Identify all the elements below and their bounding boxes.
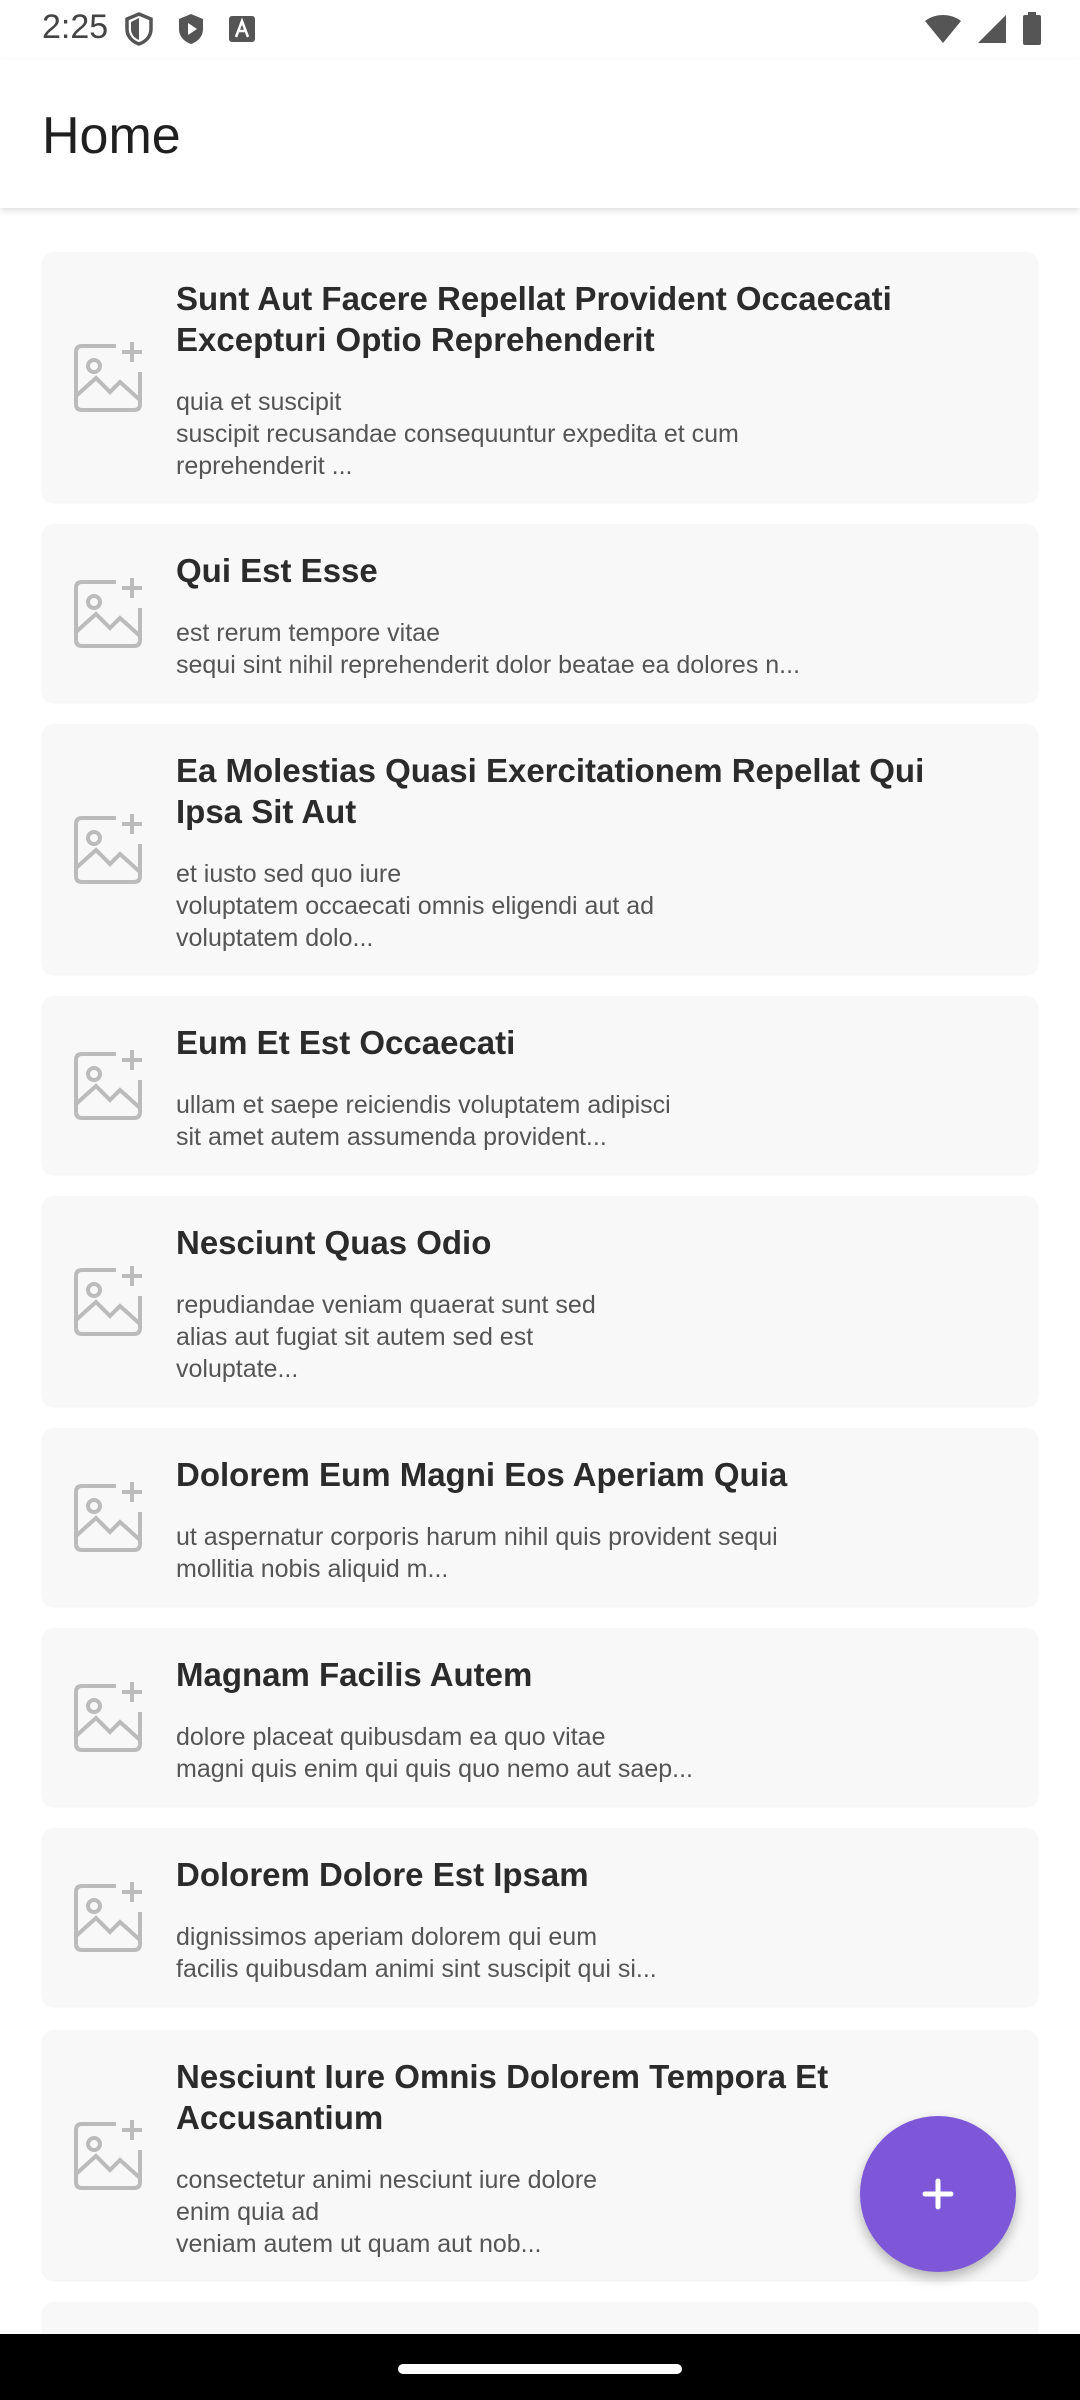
post-body: est rerum tempore vitae sequi sint nihil… (176, 619, 801, 679)
add-photo-icon (74, 1050, 142, 1120)
post-card[interactable]: Magnam Facilis Autem dolore placeat quib… (42, 1628, 1038, 1806)
add-photo-icon (74, 814, 142, 884)
post-card[interactable]: Nesciunt Quas Odio repudiandae veniam qu… (42, 1196, 1038, 1406)
post-body: quia et suscipit suscipit recusandae con… (176, 388, 739, 480)
status-notification-icons (124, 12, 256, 46)
post-card[interactable]: Qui Est Esse est rerum tempore vitae seq… (42, 524, 1038, 702)
post-card[interactable]: Ea Molestias Quasi Exercitationem Repell… (42, 724, 1038, 974)
add-photo-icon (74, 1482, 142, 1552)
add-photo-icon (74, 1266, 142, 1336)
post-title: Eum Et Est Occaecati (176, 1024, 516, 1061)
page-title: Home (42, 107, 181, 165)
post-body: ut aspernatur corporis harum nihil quis … (176, 1523, 778, 1583)
post-title: Dolorem Eum Magni Eos Aperiam Quia (176, 1456, 788, 1493)
post-title: Dolorem Dolore Est Ipsam (176, 1856, 589, 1893)
add-photo-icon (74, 342, 142, 412)
shield-icon (125, 12, 153, 46)
cellular-icon (978, 15, 1006, 43)
add-photo-icon (74, 1882, 142, 1952)
post-body: et iusto sed quo iure voluptatem occaeca… (176, 860, 655, 952)
add-photo-icon (74, 578, 142, 648)
add-photo-icon (74, 2120, 142, 2190)
status-system-icons (924, 12, 1042, 46)
post-card[interactable]: Sunt Aut Facere Repellat Provident Occae… (42, 252, 1038, 502)
play-protect-icon (179, 14, 203, 44)
post-body: repudiandae veniam quaerat sunt sed alia… (176, 1291, 596, 1383)
system-nav-bar (0, 2334, 1080, 2400)
status-bar: 2:25 (0, 0, 1080, 60)
post-body: dolore placeat quibusdam ea quo vitae ma… (176, 1723, 693, 1783)
text-icon (229, 16, 255, 42)
post-card[interactable] (42, 2302, 1038, 2334)
post-title: Nesciunt Quas Odio (176, 1224, 492, 1261)
status-time: 2:25 (42, 8, 109, 46)
post-title: Magnam Facilis Autem (176, 1656, 533, 1693)
post-body: consectetur animi nesciunt iure dolore e… (176, 2166, 598, 2258)
post-title: Ea Molestias Quasi Exercitationem Repell… (176, 752, 925, 830)
post-card[interactable]: Dolorem Eum Magni Eos Aperiam Quia ut as… (42, 1428, 1038, 1606)
post-body: ullam et saepe reiciendis voluptatem adi… (176, 1091, 671, 1151)
post-body: dignissimos aperiam dolorem qui eum faci… (176, 1923, 657, 1983)
post-card[interactable]: Dolorem Dolore Est Ipsam dignissimos ape… (42, 1828, 1038, 2006)
home-gesture-handle[interactable] (398, 2364, 682, 2374)
add-post-button[interactable] (860, 2116, 1016, 2272)
wifi-icon (925, 15, 961, 43)
post-title: Qui Est Esse (176, 552, 378, 589)
post-title: Sunt Aut Facere Repellat Provident Occae… (176, 280, 892, 358)
top-app-bar: Home (0, 60, 1080, 208)
post-card[interactable]: Eum Et Est Occaecati ullam et saepe reic… (42, 996, 1038, 1174)
post-title: Nesciunt Iure Omnis Dolorem Tempora Et A… (176, 2058, 829, 2136)
add-photo-icon (74, 1682, 142, 1752)
battery-icon (1023, 12, 1041, 45)
plus-icon (922, 2178, 954, 2210)
post-list[interactable]: Sunt Aut Facere Repellat Provident Occae… (0, 208, 1080, 2334)
